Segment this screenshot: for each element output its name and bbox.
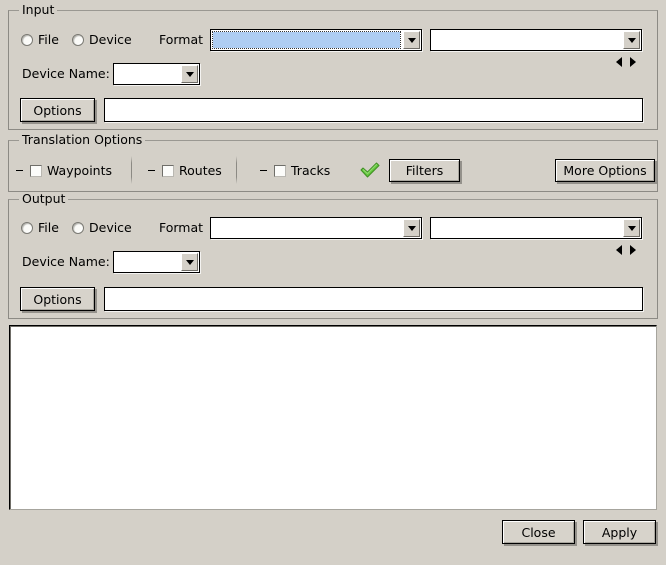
output-format-sub-combo[interactable]	[430, 217, 642, 239]
output-format-value	[212, 219, 401, 237]
dash-icon	[260, 170, 267, 171]
radio-indicator	[72, 34, 84, 46]
triangle-right-icon[interactable]	[630, 57, 636, 67]
input-device-name-combo[interactable]	[113, 63, 200, 85]
input-source-file-radio[interactable]: File	[21, 32, 59, 47]
log-output-pane[interactable]	[9, 325, 657, 510]
input-format-sub-value	[432, 31, 621, 49]
waypoints-label: Waypoints	[47, 163, 112, 178]
triangle-left-icon[interactable]	[616, 245, 622, 255]
tracks-checkbox[interactable]: Tracks	[260, 163, 330, 178]
dash-icon	[148, 170, 155, 171]
output-format-sub-value	[432, 219, 621, 237]
routes-checkbox[interactable]: Routes	[148, 163, 222, 178]
translation-separator-1	[131, 156, 132, 184]
dash-icon	[16, 170, 23, 171]
checkbox-indicator	[274, 165, 286, 177]
input-format-value	[213, 32, 400, 48]
input-source-device-label: Device	[89, 32, 132, 47]
input-source-file-label: File	[38, 32, 59, 47]
output-source-device-label: Device	[89, 220, 132, 235]
chevron-down-icon[interactable]	[403, 219, 420, 237]
input-source-device-radio[interactable]: Device	[72, 32, 132, 47]
chevron-down-icon[interactable]	[181, 65, 198, 83]
input-nav-arrows[interactable]	[616, 57, 636, 67]
output-options-button[interactable]: Options	[20, 287, 95, 311]
chevron-down-icon[interactable]	[623, 219, 640, 237]
routes-label: Routes	[179, 163, 222, 178]
input-options-button[interactable]: Options	[20, 98, 95, 122]
checkbox-indicator	[162, 165, 174, 177]
output-options-field[interactable]	[104, 287, 643, 311]
gpsbabel-window: Input File Device Format Device Name: Op…	[0, 0, 666, 565]
output-format-combo[interactable]	[210, 217, 422, 239]
chevron-down-icon[interactable]	[623, 31, 640, 49]
output-device-name-combo[interactable]	[113, 251, 200, 273]
radio-indicator	[21, 34, 33, 46]
output-nav-arrows[interactable]	[616, 245, 636, 255]
output-device-name-value	[115, 253, 179, 271]
green-check-icon	[360, 161, 380, 179]
output-source-file-label: File	[38, 220, 59, 235]
output-group-title: Output	[19, 192, 68, 206]
translation-separator-2	[236, 156, 237, 184]
apply-button[interactable]: Apply	[583, 520, 656, 544]
input-format-sub-combo[interactable]	[430, 29, 642, 51]
input-options-field[interactable]	[104, 98, 643, 122]
triangle-left-icon[interactable]	[616, 57, 622, 67]
radio-indicator	[72, 222, 84, 234]
translation-options-title: Translation Options	[19, 133, 145, 147]
output-source-file-radio[interactable]: File	[21, 220, 59, 235]
tracks-label: Tracks	[291, 163, 330, 178]
output-source-device-radio[interactable]: Device	[72, 220, 132, 235]
radio-indicator	[21, 222, 33, 234]
input-group-title: Input	[19, 3, 57, 17]
input-format-combo[interactable]	[210, 29, 422, 51]
input-format-label: Format	[159, 33, 203, 47]
output-device-name-label: Device Name:	[22, 255, 110, 269]
filters-button[interactable]: Filters	[389, 159, 460, 182]
input-device-name-label: Device Name:	[22, 67, 110, 81]
chevron-down-icon[interactable]	[181, 253, 198, 271]
output-format-label: Format	[159, 221, 203, 235]
checkbox-indicator	[30, 165, 42, 177]
close-button[interactable]: Close	[502, 520, 575, 544]
input-device-name-value	[115, 65, 179, 83]
waypoints-checkbox[interactable]: Waypoints	[16, 163, 112, 178]
chevron-down-icon[interactable]	[403, 31, 420, 49]
more-options-button[interactable]: More Options	[555, 159, 655, 182]
triangle-right-icon[interactable]	[630, 245, 636, 255]
